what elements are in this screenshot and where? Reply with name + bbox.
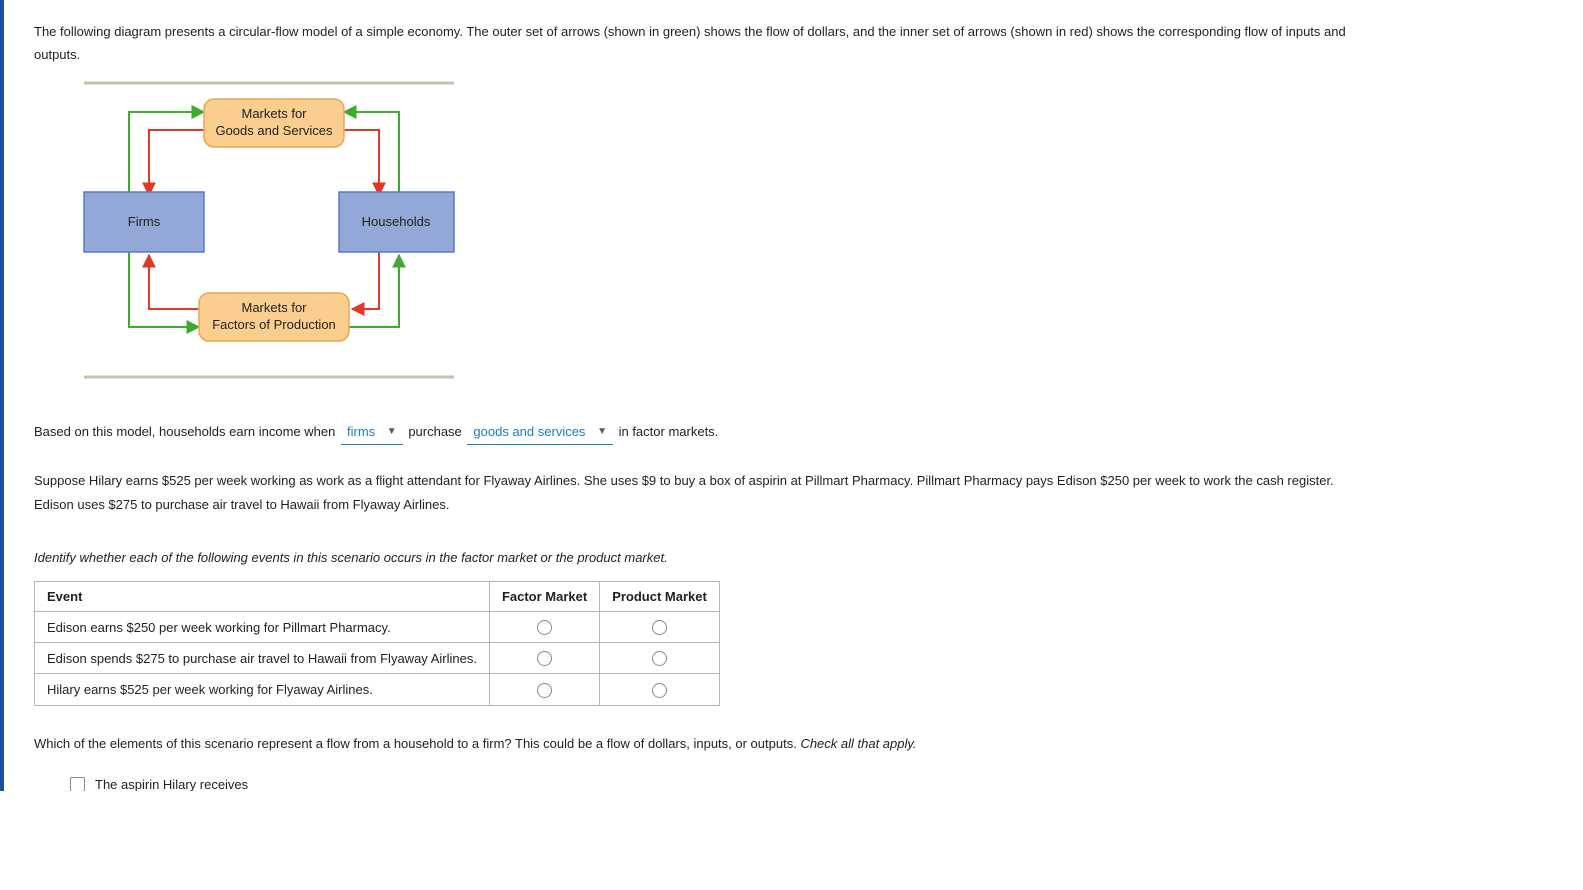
radio-factor[interactable] (537, 683, 552, 698)
radio-product[interactable] (652, 651, 667, 666)
col-product: Product Market (600, 582, 720, 612)
radio-factor[interactable] (537, 651, 552, 666)
fill-in-prefix: Based on this model, households earn inc… (34, 424, 335, 439)
chevron-down-icon: ▼ (597, 423, 607, 441)
table-row: Hilary earns $525 per week working for F… (35, 674, 720, 705)
fill-in-sentence: Based on this model, households earn inc… (34, 420, 1374, 445)
circular-flow-diagram: Markets for Goods and Services Firms Hou… (59, 77, 1374, 390)
radio-product[interactable] (652, 683, 667, 698)
table-row: Edison spends $275 to purchase air trave… (35, 643, 720, 674)
fill-in-mid: purchase (408, 424, 461, 439)
dropdown-who-value: firms (347, 424, 375, 439)
page-content: The following diagram presents a circula… (0, 0, 1404, 791)
diagram-bottom-line2: Factors of Production (212, 317, 336, 332)
flow-question-text: Which of the elements of this scenario r… (34, 736, 800, 751)
check-label: The aspirin Hilary receives (95, 777, 248, 791)
flow-question-tail: Check all that apply. (800, 736, 916, 751)
dropdown-what[interactable]: goods and services ▼ (467, 420, 613, 445)
intro-paragraph: The following diagram presents a circula… (34, 20, 1374, 67)
event-cell: Edison spends $275 to purchase air trave… (35, 643, 490, 674)
table-header-row: Event Factor Market Product Market (35, 582, 720, 612)
event-cell: Hilary earns $525 per week working for F… (35, 674, 490, 705)
col-event: Event (35, 582, 490, 612)
fill-in-suffix: in factor markets. (619, 424, 719, 439)
diagram-firms-label: Firms (128, 214, 161, 229)
diagram-households-label: Households (362, 214, 431, 229)
events-table: Event Factor Market Product Market Ediso… (34, 581, 720, 705)
diagram-bottom-line1: Markets for (241, 300, 307, 315)
chevron-down-icon: ▼ (387, 423, 397, 441)
check-all-list: The aspirin Hilary receives (34, 777, 1374, 791)
radio-factor[interactable] (537, 620, 552, 635)
radio-product[interactable] (652, 620, 667, 635)
table-row: Edison earns $250 per week working for P… (35, 612, 720, 643)
dropdown-what-value: goods and services (473, 424, 585, 439)
event-cell: Edison earns $250 per week working for P… (35, 612, 490, 643)
dropdown-who[interactable]: firms ▼ (341, 420, 403, 445)
table-instruction: Identify whether each of the following e… (34, 546, 1374, 569)
diagram-top-line2: Goods and Services (215, 123, 333, 138)
col-factor: Factor Market (489, 582, 599, 612)
scenario-paragraph: Suppose Hilary earns $525 per week worki… (34, 469, 1374, 516)
diagram-top-line1: Markets for (241, 106, 307, 121)
checkbox[interactable] (70, 777, 85, 791)
check-row: The aspirin Hilary receives (70, 777, 1374, 791)
flow-question: Which of the elements of this scenario r… (34, 732, 1374, 755)
